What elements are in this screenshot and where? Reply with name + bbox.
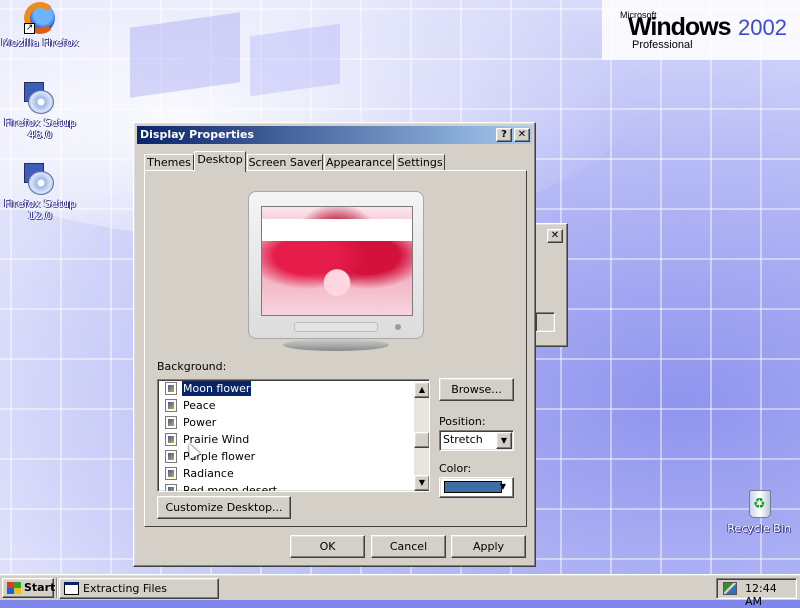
list-item[interactable]: Red moon desert: [164, 482, 404, 492]
scroll-down-button[interactable]: ▼: [414, 475, 429, 491]
image-file-icon: [165, 433, 177, 446]
windows-brand-logo: Microsoft Windows 2002 Professional: [602, 0, 800, 60]
color-swatch: [444, 481, 502, 493]
monitor-preview: [248, 191, 424, 339]
clock[interactable]: 12:44 AM: [745, 582, 796, 608]
list-item-label: Radiance: [183, 467, 234, 480]
taskbar: Start Extracting Files 12:44 AM: [0, 574, 800, 608]
taskbar-item-extracting-files[interactable]: Extracting Files: [59, 578, 219, 599]
installer-disc-icon: [24, 163, 56, 195]
chevron-down-icon: ▼: [499, 482, 507, 491]
image-file-icon: [165, 450, 177, 463]
taskbar-item-label: Extracting Files: [83, 582, 168, 595]
desktop-icon-recycle-bin[interactable]: Recycle Bin: [719, 488, 799, 535]
start-button[interactable]: Start: [2, 578, 56, 598]
monitor-bezel: [294, 322, 378, 332]
list-item[interactable]: Power: [164, 414, 404, 431]
system-tray: 12:44 AM: [716, 578, 797, 608]
desktop-icon-firefox-setup-48[interactable]: Firefox Setup 48.0: [0, 82, 80, 141]
monitor-stand: [283, 339, 389, 351]
background-window-close-button[interactable]: ✕: [547, 229, 563, 243]
apply-button[interactable]: Apply: [451, 535, 526, 558]
list-item[interactable]: Peace: [164, 397, 404, 414]
brand-windows: Windows: [628, 13, 731, 41]
desktop-icon-label: Recycle Bin: [727, 522, 791, 535]
power-led-icon: [395, 324, 401, 330]
list-scrollbar[interactable]: ▲ ▼: [414, 382, 429, 491]
list-item[interactable]: Purple flower: [164, 448, 404, 465]
start-label: Start: [24, 581, 56, 594]
close-icon: ✕: [550, 230, 560, 241]
background-list[interactable]: Moon flower Peace Power Prairie Wind Pur…: [157, 379, 430, 492]
taskbar-separator: [56, 578, 58, 598]
windows-logo-icon: [7, 582, 21, 594]
scroll-up-button[interactable]: ▲: [414, 382, 429, 398]
image-file-icon: [165, 484, 177, 491]
close-icon: ✕: [517, 129, 527, 140]
list-item-label: Peace: [183, 399, 216, 412]
shortcut-arrow-icon: ↗: [24, 23, 35, 34]
desktop-icon-label: Firefox Setup 12.0: [4, 197, 76, 222]
list-item[interactable]: Prairie Wind: [164, 431, 404, 448]
wallpaper-shape: [250, 23, 340, 97]
position-select[interactable]: Stretch ▼: [439, 430, 514, 451]
arrow-down-icon: ▼: [418, 478, 426, 487]
recycle-bin-icon: [743, 488, 775, 520]
tab-appearance[interactable]: Appearance: [324, 154, 394, 171]
help-button[interactable]: ?: [496, 128, 512, 142]
image-file-icon: [165, 416, 177, 429]
network-icon[interactable]: [723, 582, 737, 595]
scroll-thumb[interactable]: [414, 432, 429, 448]
installer-disc-icon: [24, 82, 56, 114]
list-item-label: Power: [183, 416, 217, 429]
tab-settings[interactable]: Settings: [395, 154, 445, 171]
list-item-label: Moon flower: [182, 381, 252, 396]
firefox-icon: ↗: [24, 2, 56, 34]
color-picker-button[interactable]: ▼: [439, 477, 514, 498]
desktop: Microsoft Windows 2002 Professional ↗ Mo…: [0, 0, 800, 574]
brand-year: 2002: [738, 15, 787, 40]
desktop-icon-firefox-setup-12[interactable]: Firefox Setup 12.0: [0, 163, 80, 222]
dialog-titlebar[interactable]: Display Properties ? ✕: [137, 126, 532, 144]
position-label: Position:: [439, 415, 486, 428]
list-item-label: Red moon desert: [183, 484, 278, 492]
tab-desktop[interactable]: Desktop: [194, 151, 246, 172]
help-icon: ?: [501, 129, 507, 140]
list-item[interactable]: Moon flower: [164, 380, 404, 397]
desktop-tab-panel: Background: Moon flower Peace Power Prai…: [144, 170, 527, 527]
position-value: Stretch: [443, 433, 483, 446]
browse-button[interactable]: Browse...: [439, 378, 514, 401]
desktop-icon-label: Mozilla Firefox: [1, 36, 79, 49]
window-icon: [64, 582, 79, 595]
list-item[interactable]: Radiance: [164, 465, 404, 482]
cancel-button[interactable]: Cancel: [371, 535, 446, 558]
chevron-down-icon[interactable]: ▼: [496, 432, 512, 449]
dialog-title: Display Properties: [140, 128, 255, 141]
wallpaper-preview: [261, 206, 413, 316]
brand-edition: Professional: [632, 39, 693, 51]
ok-button[interactable]: OK: [290, 535, 365, 558]
tab-screen-saver[interactable]: Screen Saver: [247, 154, 323, 171]
image-file-icon: [165, 399, 177, 412]
display-properties-dialog: Display Properties ? ✕ Themes Desktop Sc…: [133, 122, 536, 567]
customize-desktop-button[interactable]: Customize Desktop...: [157, 496, 291, 519]
image-file-icon: [165, 382, 177, 395]
color-label: Color:: [439, 462, 472, 475]
desktop-icon-label: Firefox Setup 48.0: [4, 116, 76, 141]
arrow-up-icon: ▲: [418, 385, 426, 394]
background-label: Background:: [157, 360, 227, 373]
close-button[interactable]: ✕: [514, 128, 530, 142]
image-file-icon: [165, 467, 177, 480]
desktop-icon-mozilla-firefox[interactable]: ↗ Mozilla Firefox: [0, 2, 80, 49]
background-window-field: [535, 312, 555, 332]
tab-themes[interactable]: Themes: [144, 154, 194, 171]
